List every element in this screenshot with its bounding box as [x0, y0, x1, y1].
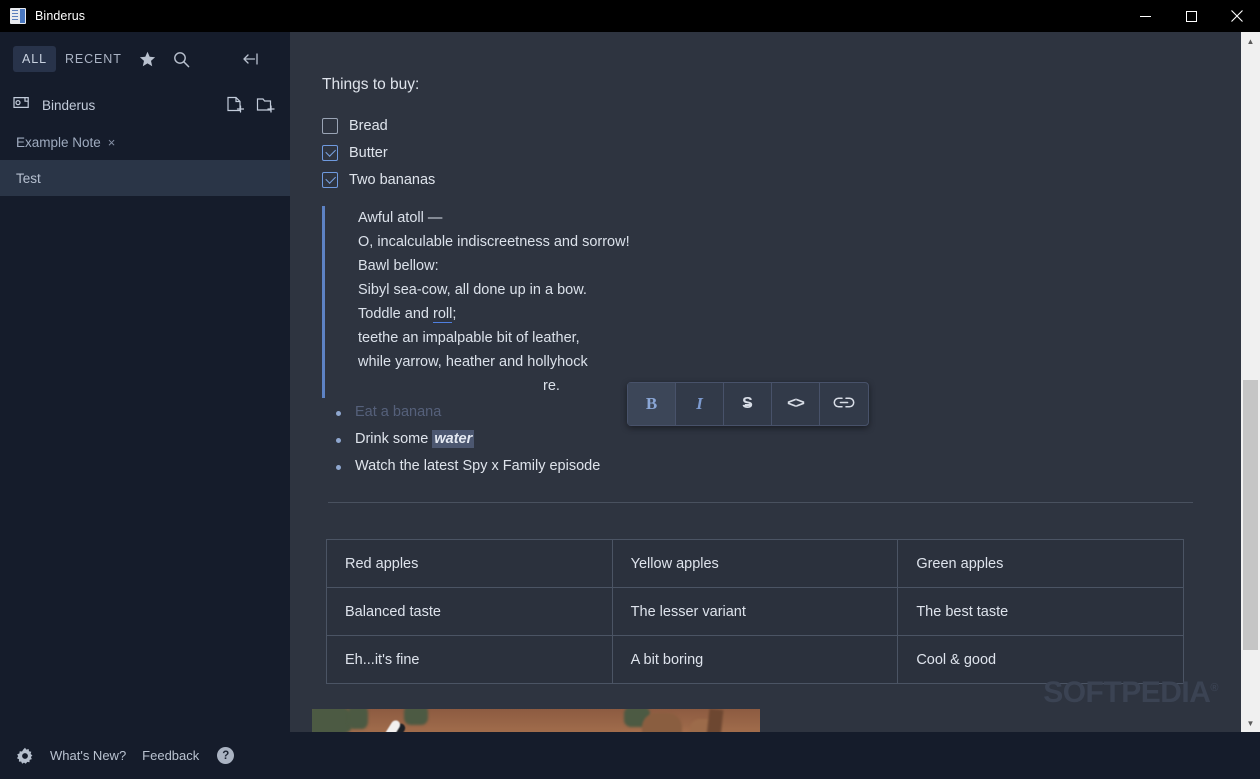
sidebar-item-label: Example Note [16, 134, 101, 150]
checkbox-unchecked-icon[interactable] [322, 117, 338, 134]
app-window: Binderus ALL RECENT Binderus Example Not… [0, 0, 1260, 779]
table-cell[interactable]: Red apples [326, 539, 613, 588]
watermark-text: SOFTPEDIA [1043, 676, 1211, 709]
list-item: Watch the latest Spy x Family episode [336, 453, 1193, 480]
checklist-item-bread[interactable]: Bread [322, 112, 1193, 139]
whats-new-link[interactable]: What's New? [50, 748, 126, 763]
table-row[interactable]: Red apples Yellow apples Green apples [326, 539, 1184, 588]
sidebar-toolbar: ALL RECENT [0, 32, 290, 86]
window-body: ALL RECENT Binderus Example Note × Test … [0, 32, 1260, 732]
new-note-icon[interactable] [224, 94, 246, 116]
table-cell[interactable]: Green apples [897, 539, 1184, 588]
scrollbar-thumb[interactable] [1243, 380, 1258, 650]
search-icon[interactable] [165, 44, 199, 74]
sidebar-folder-actions [224, 94, 276, 116]
table-cell[interactable]: Balanced taste [326, 587, 613, 636]
notebook-icon [10, 8, 26, 24]
close-icon[interactable]: × [108, 136, 116, 149]
blockquote-line-prefix: Toddle and [358, 306, 433, 322]
checklist-item-label: Bread [349, 117, 388, 134]
sidebar-tab-all[interactable]: ALL [13, 46, 56, 72]
link-icon [833, 396, 855, 413]
checkbox-checked-icon[interactable] [322, 171, 338, 188]
close-icon[interactable] [1214, 0, 1260, 32]
image-foliage [312, 709, 352, 732]
watermark-mark: ® [1210, 682, 1218, 694]
blockquote-line: while yarrow, heather and hollyhock [358, 354, 588, 370]
new-folder-icon[interactable] [254, 94, 276, 116]
blockquote-line-with-link: Toddle and roll; [358, 302, 1193, 326]
checklist-item-label: Butter [349, 144, 388, 161]
scrollbar-track[interactable] [1241, 50, 1260, 714]
table-cell[interactable]: The best taste [897, 587, 1184, 636]
link-button[interactable] [820, 383, 868, 425]
status-bar: What's New? Feedback ? [0, 732, 1260, 779]
italic-button[interactable]: I [676, 383, 724, 425]
maximize-icon[interactable] [1168, 0, 1214, 32]
strikethrough-button[interactable]: S [724, 383, 772, 425]
window-controls [1122, 0, 1260, 32]
softpedia-watermark: SOFTPEDIA® [1043, 676, 1218, 710]
sidebar-item-test[interactable]: Test [0, 160, 290, 196]
sidebar-item-example-note[interactable]: Example Note × [0, 124, 290, 160]
checkbox-checked-icon[interactable] [322, 144, 338, 161]
image-lemur-tail [364, 715, 432, 732]
list-item-text: Drink some [355, 431, 433, 447]
selected-text-water[interactable]: water [432, 430, 475, 448]
image-animal-leg [642, 713, 682, 732]
checklist-item-butter[interactable]: Butter [322, 139, 1193, 166]
window-title: Binderus [35, 9, 86, 23]
format-toolbar[interactable]: B I S <> [627, 382, 869, 426]
table-row[interactable]: Balanced taste The lesser variant The be… [326, 587, 1184, 636]
help-icon[interactable]: ? [217, 747, 235, 764]
vertical-scrollbar[interactable]: ▲ ▼ [1241, 32, 1260, 732]
sidebar-note-list: Example Note × Test [0, 124, 290, 196]
sidebar-folder-name: Binderus [42, 97, 96, 113]
sidebar-tab-recent[interactable]: RECENT [56, 46, 131, 72]
sidebar-empty-space [0, 196, 290, 732]
embedded-image[interactable] [312, 709, 760, 732]
sidebar-item-label: Test [16, 170, 41, 186]
table-cell[interactable]: The lesser variant [611, 587, 899, 636]
checklist-item-label: Two bananas [349, 171, 436, 188]
blockquote-line: Awful atoll — [358, 210, 443, 226]
bold-button[interactable]: B [628, 383, 676, 425]
table-cell[interactable]: A bit boring [611, 635, 899, 684]
minimize-icon[interactable] [1122, 0, 1168, 32]
code-button[interactable]: <> [772, 383, 820, 425]
sidebar-folder-row[interactable]: Binderus [0, 86, 290, 124]
blockquote-line: O, incalculable indiscreetness and sorro… [358, 234, 630, 250]
page-title: Things to buy: [322, 76, 420, 93]
sidebar: ALL RECENT Binderus Example Note × Test [0, 32, 290, 732]
apples-table[interactable]: Red apples Yellow apples Green apples Ba… [326, 539, 1184, 684]
checklist: Bread Butter Two bananas [322, 112, 1193, 193]
star-icon[interactable] [131, 44, 165, 74]
blockquote[interactable]: Awful atoll — O, incalculable indiscreet… [322, 206, 1193, 398]
collapse-panel-icon[interactable] [234, 44, 268, 74]
blockquote-line: Bawl bellow: [358, 258, 439, 274]
list-item: Drink some water [336, 426, 1193, 453]
binder-icon [13, 95, 31, 115]
strikethrough-glyph: S [742, 395, 753, 412]
table-cell[interactable]: Eh...it's fine [326, 635, 613, 684]
scroll-down-arrow-icon[interactable]: ▼ [1241, 714, 1260, 732]
horizontal-rule [328, 502, 1193, 503]
gear-icon[interactable] [16, 747, 34, 765]
table-cell[interactable]: Yellow apples [611, 539, 899, 588]
editor-area[interactable]: Things to buy: Bread Butter Two bananas [290, 32, 1260, 732]
blockquote-line: Sibyl sea-cow, all done up in a bow. [358, 282, 587, 298]
title-bar: Binderus [0, 0, 1260, 32]
blockquote-line: teethe an impalpable bit of leather, [358, 330, 580, 346]
scroll-up-arrow-icon[interactable]: ▲ [1241, 32, 1260, 50]
inline-link-roll[interactable]: roll [432, 306, 453, 323]
checklist-item-two-bananas[interactable]: Two bananas [322, 166, 1193, 193]
blockquote-line-suffix: ; [452, 306, 457, 322]
feedback-link[interactable]: Feedback [142, 748, 199, 763]
